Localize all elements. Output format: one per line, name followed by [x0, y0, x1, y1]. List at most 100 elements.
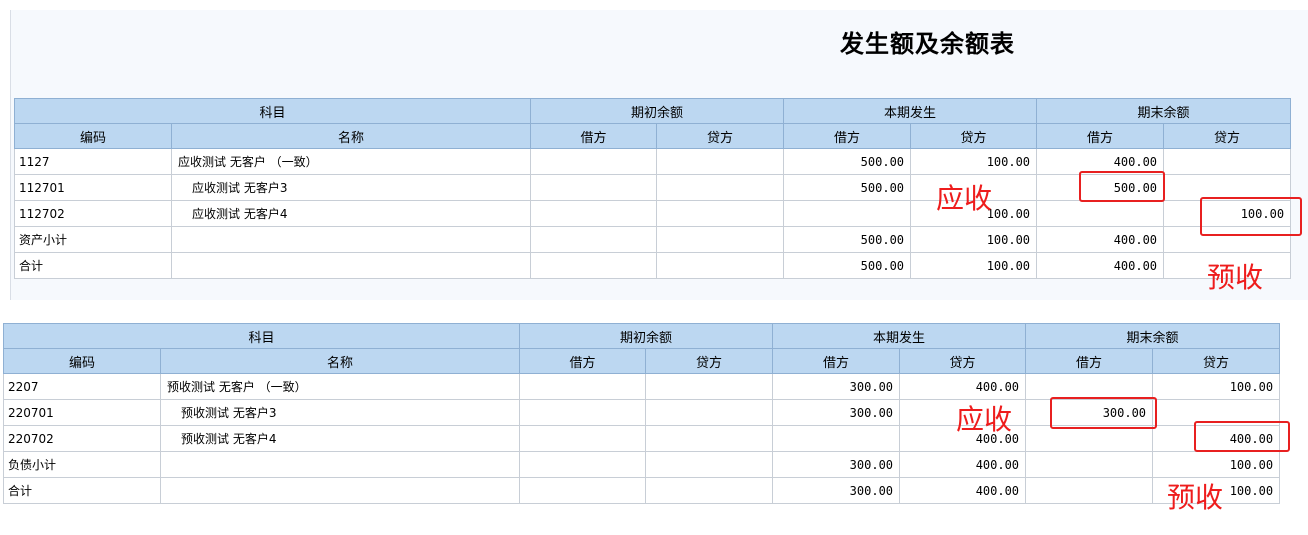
cell-opening-debit — [519, 399, 647, 426]
cell-name: 应收测试 无客户4 — [170, 200, 532, 227]
cell-current-debit — [772, 425, 901, 452]
cell-current-debit: 500.00 — [783, 148, 912, 175]
cell-code: 合计 — [14, 252, 172, 279]
cell-name: 预收测试 无客户3 — [159, 399, 521, 426]
header-opening-credit: 贷方 — [645, 348, 774, 374]
cell-name — [159, 477, 521, 504]
cell-name — [170, 252, 532, 279]
table-row[interactable]: 112702 应收测试 无客户4 100.00 100.00 — [14, 200, 1292, 227]
cell-closing-debit: 400.00 — [1036, 226, 1165, 253]
cell-code: 2207 — [3, 373, 161, 400]
header-subject: 科目 — [2, 323, 521, 349]
cell-closing-credit: 100.00 — [1152, 373, 1281, 400]
cell-opening-debit — [530, 252, 658, 279]
cell-code: 合计 — [3, 477, 161, 504]
table-row[interactable]: 负债小计 300.00 400.00 100.00 — [3, 451, 1281, 478]
header-current-credit: 贷方 — [899, 348, 1027, 374]
header-opening-credit: 贷方 — [656, 123, 785, 149]
annotation-advance: 预收 — [1167, 481, 1224, 514]
cell-code: 负债小计 — [3, 451, 161, 478]
cell-current-credit: 100.00 — [910, 226, 1038, 253]
header-closing-balance: 期末余额 — [1025, 323, 1281, 349]
cell-closing-credit: 100.00 — [1152, 451, 1281, 478]
cell-code: 资产小计 — [14, 226, 172, 253]
report-title: 发生额及余额表 — [840, 30, 1015, 58]
cell-name: 预收测试 无客户4 — [159, 425, 521, 452]
cell-current-credit: 100.00 — [910, 252, 1038, 279]
header-closing-debit: 借方 — [1036, 123, 1165, 149]
cell-opening-debit — [530, 226, 658, 253]
table-row[interactable]: 合计 500.00 100.00 400.00 — [14, 252, 1292, 279]
cell-current-debit: 300.00 — [772, 451, 901, 478]
cell-opening-credit — [645, 477, 774, 504]
cell-opening-credit — [656, 252, 785, 279]
cell-closing-debit — [1025, 373, 1154, 400]
cell-current-debit: 500.00 — [783, 252, 912, 279]
cell-code: 1127 — [14, 148, 172, 175]
cell-closing-debit — [1025, 451, 1154, 478]
header-current-period: 本期发生 — [772, 323, 1027, 349]
cell-opening-debit — [519, 451, 647, 478]
highlight-box-closing-debit-500 — [1079, 171, 1165, 202]
table-row[interactable]: 资产小计 500.00 100.00 400.00 — [14, 226, 1292, 253]
cell-opening-debit — [530, 200, 658, 227]
cell-name — [170, 226, 532, 253]
header-current-period: 本期发生 — [783, 98, 1038, 124]
cell-opening-credit — [656, 226, 785, 253]
cell-current-debit — [783, 200, 912, 227]
cell-current-debit: 300.00 — [772, 477, 901, 504]
table-row[interactable]: 合计 300.00 400.00 100.00 — [3, 477, 1281, 504]
cell-name: 应收测试 无客户 （一致） — [170, 148, 532, 175]
cell-current-debit: 500.00 — [783, 174, 912, 201]
cell-closing-debit — [1025, 425, 1154, 452]
header-closing-debit: 借方 — [1025, 348, 1154, 374]
header-closing-credit: 贷方 — [1152, 348, 1281, 374]
cell-current-debit: 300.00 — [772, 373, 901, 400]
cell-opening-debit — [519, 425, 647, 452]
cell-opening-credit — [656, 174, 785, 201]
cell-opening-credit — [645, 425, 774, 452]
cell-opening-debit — [530, 174, 658, 201]
table-row[interactable]: 2207 预收测试 无客户 （一致） 300.00 400.00 100.00 — [3, 373, 1281, 400]
table-row[interactable]: 220702 预收测试 无客户4 400.00 400.00 — [3, 425, 1281, 452]
header-current-credit: 贷方 — [910, 123, 1038, 149]
cell-opening-debit — [530, 148, 658, 175]
cell-closing-credit — [1163, 148, 1292, 175]
header-opening-debit: 借方 — [530, 123, 658, 149]
cell-current-debit: 300.00 — [772, 399, 901, 426]
cell-closing-debit: 400.00 — [1036, 252, 1165, 279]
header-closing-credit: 贷方 — [1163, 123, 1292, 149]
cell-opening-debit — [519, 373, 647, 400]
cell-code: 220701 — [3, 399, 161, 426]
highlight-box-closing-debit-300 — [1050, 397, 1157, 429]
header-name: 名称 — [170, 123, 532, 149]
cell-code: 112702 — [14, 200, 172, 227]
cell-current-debit: 500.00 — [783, 226, 912, 253]
header-name: 名称 — [159, 348, 521, 374]
annotation-advance: 预收 — [1207, 261, 1264, 294]
cell-name: 应收测试 无客户3 — [170, 174, 532, 201]
header-subject: 科目 — [13, 98, 532, 124]
highlight-box-closing-credit-400 — [1194, 421, 1290, 452]
header-opening-balance: 期初余额 — [519, 323, 774, 349]
cell-closing-debit — [1025, 477, 1154, 504]
header-code: 编码 — [14, 123, 172, 149]
highlight-box-closing-credit-100 — [1200, 197, 1302, 236]
cell-current-credit: 400.00 — [899, 451, 1027, 478]
header-opening-balance: 期初余额 — [530, 98, 785, 124]
cell-opening-credit — [656, 200, 785, 227]
annotation-receivable: 应收 — [936, 182, 993, 215]
annotation-receivable: 应收 — [956, 403, 1013, 436]
cell-code: 220702 — [3, 425, 161, 452]
cell-current-credit: 400.00 — [899, 477, 1027, 504]
header-opening-debit: 借方 — [519, 348, 647, 374]
cell-closing-debit — [1036, 200, 1165, 227]
cell-current-credit: 100.00 — [910, 148, 1038, 175]
cell-opening-debit — [519, 477, 647, 504]
header-current-debit: 借方 — [783, 123, 912, 149]
cell-opening-credit — [645, 373, 774, 400]
cell-opening-credit — [656, 148, 785, 175]
cell-opening-credit — [645, 399, 774, 426]
header-closing-balance: 期末余额 — [1036, 98, 1292, 124]
header-current-debit: 借方 — [772, 348, 901, 374]
